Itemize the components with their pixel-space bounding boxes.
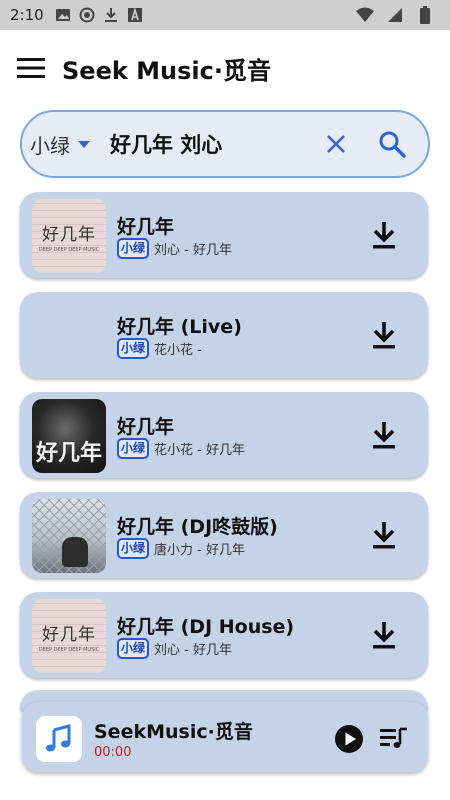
image-icon	[54, 6, 72, 24]
download-status-icon	[102, 6, 120, 24]
music-note-icon	[46, 724, 71, 752]
source-badge: 小绿	[117, 638, 150, 659]
song-item[interactable]: 好几年 (DJ咚鼓版) 小绿 唐小力 - 好几年	[20, 492, 428, 578]
song-item[interactable]: 好几年 DEEP DEEP DEEP MUSIC 好几年 小绿 刘心 - 好几年	[20, 192, 428, 278]
search-button[interactable]	[364, 116, 420, 172]
player-title: SeekMusic·觅音	[94, 721, 253, 743]
artist-album: 刘心 - 好几年	[154, 243, 232, 258]
download-button[interactable]	[366, 417, 402, 453]
cover-subtext: DEEP DEEP DEEP MUSIC	[38, 646, 100, 653]
album-cover	[32, 299, 106, 373]
song-item[interactable]: 好几年 DEEP DEEP DEEP MUSIC 好几年 (DJ House) …	[20, 592, 428, 678]
status-time: 2:10	[10, 6, 44, 24]
search-bar: 小绿 好几年 刘心	[20, 110, 430, 178]
download-icon	[373, 622, 395, 649]
close-icon	[327, 135, 345, 153]
song-meta: 小绿 花小花 - 好几年	[117, 438, 245, 459]
record-icon	[78, 6, 96, 24]
source-badge: 小绿	[117, 438, 150, 459]
hamburger-menu-icon	[17, 58, 45, 78]
status-bar: 2:10	[0, 0, 450, 30]
download-icon	[373, 322, 395, 349]
song-title: 好几年	[117, 216, 175, 238]
cover-text: 好几年	[42, 224, 96, 245]
search-icon	[379, 131, 406, 158]
album-cover: 好几年	[32, 399, 106, 473]
song-meta: 小绿 花小花 -	[117, 338, 202, 359]
download-icon	[373, 422, 395, 449]
album-cover: 好几年 DEEP DEEP DEEP MUSIC	[32, 599, 106, 673]
signal-icon	[386, 6, 404, 24]
playlist-button[interactable]	[380, 726, 408, 752]
cover-figure	[62, 537, 88, 567]
song-meta: 小绿 唐小力 - 好几年	[117, 538, 245, 559]
song-meta: 小绿 刘心 - 好几年	[117, 238, 232, 259]
source-badge: 小绿	[117, 338, 150, 359]
app-title: Seek Music·觅音	[62, 56, 271, 85]
cover-text: 好几年	[35, 440, 102, 466]
cover-subtext: DEEP DEEP DEEP MUSIC	[38, 246, 100, 253]
artist-album: 刘心 - 好几年	[154, 643, 232, 658]
play-button[interactable]	[334, 724, 364, 754]
queue-music-icon	[380, 727, 407, 748]
source-dropdown[interactable]: 小绿	[22, 130, 104, 159]
app-bar: Seek Music·觅音	[0, 30, 450, 106]
album-cover	[32, 499, 106, 573]
source-dropdown-value: 小绿	[30, 133, 70, 158]
search-input[interactable]: 好几年 刘心	[104, 129, 308, 159]
menu-button[interactable]	[0, 30, 62, 106]
source-badge: 小绿	[117, 538, 150, 559]
artist-album: 花小花 -	[154, 343, 202, 358]
song-meta: 小绿 刘心 - 好几年	[117, 638, 232, 659]
download-icon	[373, 522, 395, 549]
font-a-icon	[126, 6, 144, 24]
player-artwork	[36, 716, 82, 762]
download-button[interactable]	[366, 617, 402, 653]
song-item[interactable]: 好几年 好几年 小绿 花小花 - 好几年	[20, 392, 428, 478]
song-title: 好几年	[117, 416, 175, 438]
play-icon	[335, 725, 363, 753]
download-button[interactable]	[366, 317, 402, 353]
player-time: 00:00	[94, 745, 132, 760]
wifi-icon	[356, 6, 374, 24]
clear-search-button[interactable]	[308, 116, 364, 172]
source-badge: 小绿	[117, 238, 150, 259]
caret-down-icon	[78, 140, 90, 148]
song-title: 好几年 (DJ House)	[117, 616, 295, 638]
cover-text: 好几年	[42, 624, 96, 645]
song-title: 好几年 (Live)	[117, 316, 242, 338]
download-button[interactable]	[366, 217, 402, 253]
song-item[interactable]: 好几年 (Live) 小绿 花小花 -	[20, 292, 428, 378]
song-title: 好几年 (DJ咚鼓版)	[117, 516, 278, 538]
battery-icon	[416, 6, 434, 24]
artist-album: 花小花 - 好几年	[154, 443, 245, 458]
album-cover: 好几年 DEEP DEEP DEEP MUSIC	[32, 199, 106, 273]
download-icon	[373, 222, 395, 249]
download-button[interactable]	[366, 517, 402, 553]
mini-player[interactable]: SeekMusic·觅音 00:00	[22, 702, 428, 772]
artist-album: 唐小力 - 好几年	[154, 543, 245, 558]
